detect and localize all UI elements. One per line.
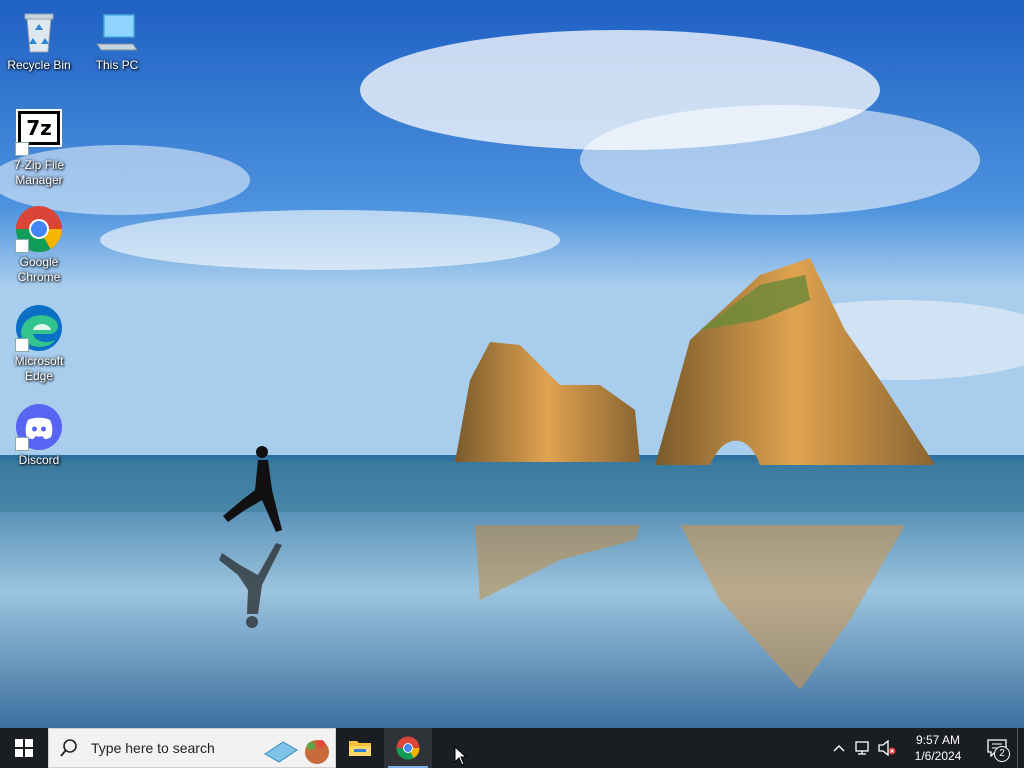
shortcut-arrow-icon — [15, 437, 29, 451]
clock-time: 9:57 AM — [915, 733, 961, 747]
system-tray: 9:57 AM 1/6/2024 2 — [827, 728, 1024, 768]
desktop-icon-microsoft-edge[interactable]: Microsoft Edge — [1, 304, 77, 384]
desktop-icon-label: Recycle Bin — [7, 58, 71, 72]
chevron-up-icon — [833, 745, 845, 752]
desktop-icon-label: Microsoft Edge — [14, 354, 64, 383]
desktop-icon-label: Google Chrome — [17, 255, 61, 284]
notification-count-badge: 2 — [994, 746, 1010, 762]
show-hidden-icons-button[interactable] — [827, 728, 851, 768]
7zip-glyph-text: 7z — [21, 114, 57, 142]
7zip-icon: 7z — [15, 108, 63, 156]
taskbar-clock[interactable]: 9:57 AM 1/6/2024 — [899, 732, 977, 764]
file-explorer-icon — [349, 741, 371, 756]
desktop-icon-google-chrome[interactable]: Google Chrome — [1, 205, 77, 285]
this-pc-icon — [93, 8, 141, 56]
shortcut-arrow-icon — [15, 338, 29, 352]
taskbar: Type here to search 9:57 AM 1/6/2024 2 — [0, 728, 1024, 768]
search-icon — [60, 739, 77, 757]
taskbar-app-google-chrome[interactable] — [384, 728, 432, 768]
desktop-icon-label: This PC — [95, 58, 139, 72]
show-desktop-button[interactable] — [1017, 728, 1024, 768]
desktop-icon-discord[interactable]: Discord — [1, 403, 77, 468]
network-disconnected-icon — [855, 741, 869, 755]
shortcut-arrow-icon — [15, 239, 29, 253]
action-center-button[interactable]: 2 — [977, 728, 1017, 768]
taskbar-search-box[interactable]: Type here to search — [48, 728, 336, 768]
network-button[interactable] — [851, 728, 875, 768]
chrome-icon — [15, 205, 63, 253]
search-placeholder: Type here to search — [91, 740, 215, 756]
desktop-icon-label: Discord — [18, 453, 60, 467]
clock-date: 1/6/2024 — [914, 749, 962, 763]
search-highlight-illustration-icon — [264, 740, 329, 764]
discord-icon — [15, 403, 63, 451]
shortcut-arrow-icon — [15, 142, 29, 156]
chrome-icon — [396, 736, 420, 760]
volume-button[interactable] — [875, 728, 899, 768]
wallpaper — [0, 0, 1024, 728]
desktop: Recycle Bin This PC 7z 7-Zip File Manage… — [0, 0, 1024, 768]
desktop-icon-recycle-bin[interactable]: Recycle Bin — [1, 8, 77, 73]
desktop-icon-label: 7-Zip File Manager — [13, 158, 64, 187]
taskbar-app-file-explorer[interactable] — [336, 728, 384, 768]
desktop-icon-7zip[interactable]: 7z 7-Zip File Manager — [1, 108, 77, 188]
desktop-icon-this-pc[interactable]: This PC — [79, 8, 155, 73]
recycle-bin-icon — [15, 8, 63, 56]
mouse-cursor-icon — [454, 746, 468, 766]
edge-icon — [15, 304, 63, 352]
volume-muted-icon — [878, 740, 896, 756]
start-button[interactable] — [0, 728, 48, 768]
windows-logo-icon — [15, 739, 33, 757]
